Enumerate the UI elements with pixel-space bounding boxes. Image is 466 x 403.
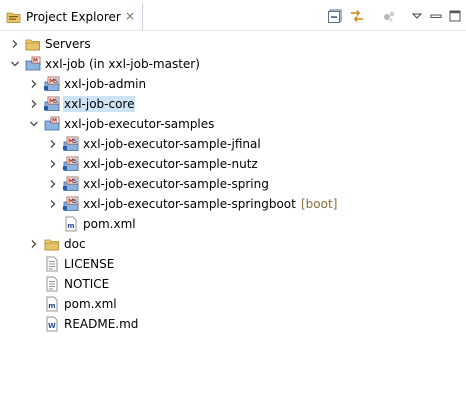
tree-item-xxl-job-in-xxl-job-master[interactable]: Mxxl-job (in xxl-job-master): [0, 54, 466, 74]
tree-item-label: xxl-job (in xxl-job-master): [45, 57, 200, 71]
tree-item-xxl-job-executor-sample-spring[interactable]: M S xxl-job-executor-sample-spring: [0, 174, 466, 194]
maven-module-icon: MS: [63, 136, 79, 152]
tree-item-label: xxl-job-executor-samples: [64, 117, 215, 131]
svg-text:S: S: [54, 78, 58, 85]
svg-text:M: M: [52, 118, 57, 124]
collapse-all-icon[interactable]: [327, 8, 343, 24]
chevron-right-icon[interactable]: [29, 97, 39, 111]
tree-item-label: xxl-job-executor-sample-spring: [83, 177, 269, 191]
tree-item-doc[interactable]: doc: [0, 234, 466, 254]
project-explorer-icon: [6, 9, 22, 25]
svg-text:S: S: [73, 198, 77, 205]
tree-item-label: pom.xml: [83, 217, 136, 231]
tree-item-xxl-job-core[interactable]: M Sxxl-job-core: [0, 94, 466, 114]
svg-text:m: m: [48, 302, 55, 310]
chevron-right-icon[interactable]: [29, 237, 39, 251]
svg-text:S: S: [73, 158, 77, 165]
chevron-right-icon[interactable]: [48, 157, 58, 171]
tree-item-label: xxl-job-core: [63, 96, 136, 112]
maven-module-icon: MS: [44, 96, 60, 112]
tree-item-readme-md[interactable]: W README.md: [0, 314, 466, 334]
chevron-right-icon[interactable]: [29, 77, 39, 91]
tree-item-xxl-job-executor-sample-nutz[interactable]: M S xxl-job-executor-sample-nutz: [0, 154, 466, 174]
chevron-right-icon[interactable]: [48, 177, 58, 191]
maven-project-icon: M: [44, 116, 60, 132]
view-header: Project Explorer ×: [0, 0, 466, 30]
tree-item-xxl-job-executor-samples[interactable]: Mxxl-job-executor-samples: [0, 114, 466, 134]
chevron-down-icon[interactable]: [29, 117, 39, 131]
pom-file-icon: m: [44, 296, 60, 312]
svg-text:W: W: [48, 322, 56, 330]
tree-item-pom-xml[interactable]: m pom.xml: [0, 214, 466, 234]
tree-item-xxl-job-admin[interactable]: M S xxl-job-admin: [0, 74, 466, 94]
chevron-right-icon[interactable]: [48, 137, 58, 151]
maven-project-icon: M: [25, 56, 41, 72]
minimize-icon[interactable]: [428, 8, 444, 24]
tree-item-label: xxl-job-executor-sample-springboot: [83, 197, 296, 211]
close-icon[interactable]: ×: [124, 9, 136, 23]
maven-module-icon: MS: [63, 196, 79, 212]
tree-item-xxl-job-executor-sample-springboot[interactable]: M S xxl-job-executor-sample-springboot [boo…: [0, 194, 466, 214]
tree-item-decoration: [boot]: [301, 197, 338, 211]
pom-file-icon: m: [63, 216, 79, 232]
tree-item-pom-xml[interactable]: m pom.xml: [0, 294, 466, 314]
svg-text:S: S: [73, 178, 77, 185]
header-divider: [0, 30, 466, 31]
tree-item-xxl-job-executor-sample-jfinal[interactable]: M S xxl-job-executor-sample-jfinal: [0, 134, 466, 154]
tree-item-label: xxl-job-admin: [64, 77, 147, 91]
text-file-icon: [44, 276, 60, 292]
svg-text:m: m: [67, 222, 74, 230]
view-title: Project Explorer: [26, 10, 121, 24]
tree-item-license[interactable]: LICENSE: [0, 254, 466, 274]
text-file-icon: [44, 256, 60, 272]
folder-icon: [25, 36, 41, 52]
tree-item-notice[interactable]: NOTICE: [0, 274, 466, 294]
chevron-down-icon[interactable]: [10, 57, 20, 71]
svg-text:M: M: [33, 58, 38, 64]
tree-item-label: xxl-job-executor-sample-nutz: [83, 157, 258, 171]
markdown-file-icon: W: [44, 316, 60, 332]
tree-item-label: doc: [64, 237, 86, 251]
tree-item-label: Servers: [45, 37, 91, 51]
tree-item-label: xxl-job-executor-sample-jfinal: [83, 137, 261, 151]
focus-on-active-task-icon[interactable]: [381, 8, 397, 24]
tree-item-label: pom.xml: [64, 297, 117, 311]
tree-item-label: NOTICE: [64, 277, 110, 291]
folder-icon: [44, 236, 60, 252]
link-with-editor-icon[interactable]: [349, 8, 365, 24]
svg-text:S: S: [54, 98, 58, 105]
maven-module-icon: MS: [63, 156, 79, 172]
chevron-right-icon[interactable]: [48, 197, 58, 211]
view-menu-icon[interactable]: [409, 8, 425, 24]
tree-item-label: README.md: [64, 317, 139, 331]
tree-item-label: LICENSE: [64, 257, 115, 271]
maven-module-icon: MS: [63, 176, 79, 192]
maximize-icon[interactable]: [447, 8, 463, 24]
chevron-right-icon[interactable]: [10, 37, 20, 51]
project-explorer-view: Project Explorer × Servers M xxl-job (in…: [0, 0, 466, 403]
tree-item-servers[interactable]: Servers: [0, 34, 466, 54]
svg-text:S: S: [73, 138, 77, 145]
tab-project-explorer[interactable]: Project Explorer ×: [0, 3, 143, 30]
maven-module-icon: MS: [44, 76, 60, 92]
